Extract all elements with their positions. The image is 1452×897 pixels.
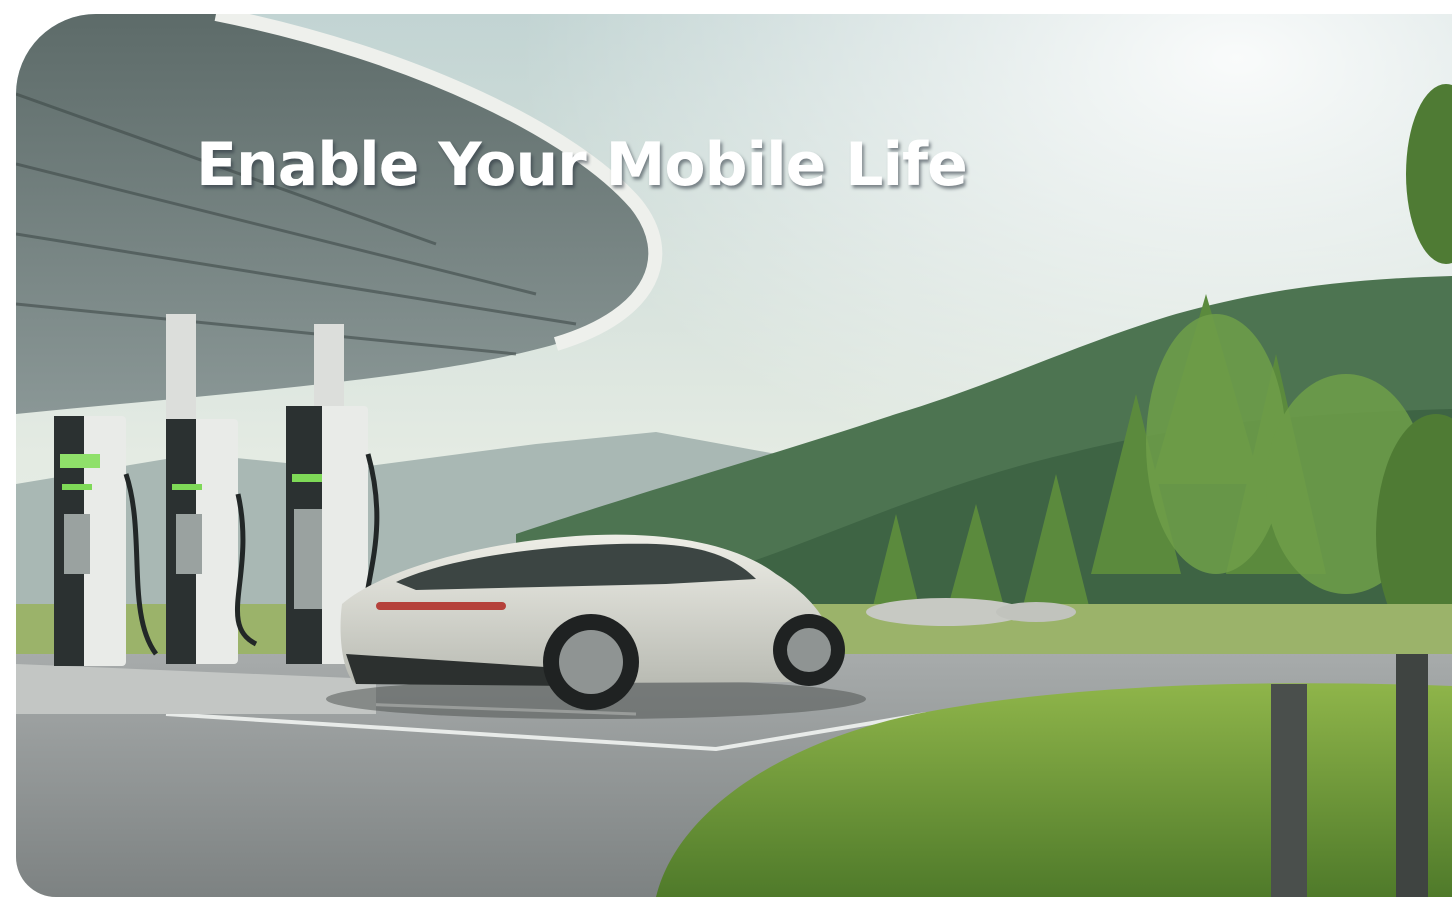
hero-banner: Enable Your Mobile Life <box>16 14 1452 897</box>
hero-headline: Enable Your Mobile Life <box>196 130 968 200</box>
